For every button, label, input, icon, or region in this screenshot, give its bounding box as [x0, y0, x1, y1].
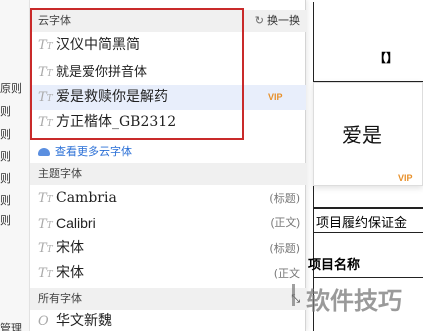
font-option[interactable]: O 华文新魏 — [30, 309, 306, 331]
left-label: 则 — [0, 105, 11, 118]
font-role-tag: (正文) — [270, 217, 300, 229]
left-label: 管理 — [0, 322, 22, 331]
font-role-tag: (标题) — [269, 192, 300, 205]
more-link-label: 查看更多云字体 — [55, 145, 132, 158]
swap-button[interactable]: ↻ 换一换 — [255, 10, 300, 32]
left-label: 则 — [0, 194, 11, 207]
font-name: 方正楷体_GB2312 — [56, 114, 177, 130]
vip-badge: VIP — [268, 92, 283, 102]
vip-badge: VIP — [398, 173, 413, 183]
font-role-tag: (标题) — [269, 242, 300, 255]
font-type-icon: TT — [38, 266, 53, 281]
font-type-icon: TT — [38, 38, 53, 53]
font-option[interactable]: TT Cambria (标题) — [30, 186, 306, 211]
font-name: 华文新魏 — [56, 313, 112, 329]
font-name: 爱是救赎你是解药 — [56, 89, 168, 105]
swap-label: 换一换 — [267, 14, 300, 27]
font-type-icon: TT — [38, 241, 53, 256]
font-type-icon: TT — [38, 115, 53, 130]
all-fonts-header: 所有字体 ⤡ — [30, 288, 306, 310]
font-option[interactable]: TT 方正楷体_GB2312 — [30, 110, 306, 135]
font-name: 宋体 — [56, 240, 84, 256]
left-label: 则 — [0, 150, 11, 163]
left-label: 原则 — [0, 82, 22, 95]
font-name: 就是爱你拼音体 — [56, 65, 148, 80]
font-type-icon: TT — [38, 191, 53, 206]
left-label: 则 — [0, 172, 11, 185]
font-option[interactable]: TT 宋体 (标题) — [30, 236, 306, 261]
more-cloud-fonts-link[interactable]: 查看更多云字体 — [30, 142, 132, 162]
marker-text: 【】 — [374, 51, 399, 65]
watermark-text: 软件技巧 — [306, 287, 402, 315]
font-type-icon: TT — [38, 65, 53, 80]
document-cell-text: 项目名称 — [308, 258, 361, 273]
watermark-logo — [292, 284, 304, 306]
opentype-icon: O — [38, 314, 49, 329]
font-dropdown-menu: 云字体 ↻ 换一换 TT 汉仪中简黑简 TT 就是爱你拼音体 TT 爱是救赎你是解药 V… — [30, 0, 306, 331]
document-cell-text: 项目履约保证金 — [316, 216, 408, 231]
font-name: 汉仪中简黑简 — [56, 37, 140, 53]
font-preview-text: 爱是 — [342, 123, 382, 147]
font-name: Calibri — [56, 215, 96, 231]
font-type-icon: TT — [38, 90, 53, 105]
table-cell — [313, 2, 423, 82]
refresh-icon: ↻ — [254, 14, 264, 27]
font-option[interactable]: TT Calibri (正文) — [30, 211, 306, 236]
font-option[interactable]: TT 爱是救赎你是解药 VIP — [30, 85, 306, 110]
left-label: 则 — [0, 128, 11, 141]
section-title: 所有字体 — [38, 292, 82, 305]
document-left-margin: 原则 则 则 则 则 则 则 管理 — [0, 0, 30, 331]
font-type-icon: TT — [38, 217, 53, 232]
table-cell — [313, 186, 423, 208]
cloud-icon — [38, 148, 50, 156]
font-role-tag: (正文 — [273, 267, 300, 280]
theme-fonts-header: 主题字体 — [30, 163, 306, 185]
left-label: 则 — [0, 214, 11, 227]
font-option[interactable]: TT 宋体 (正文 — [30, 261, 306, 286]
font-option[interactable]: TT 就是爱你拼音体 — [30, 60, 306, 85]
section-title: 云字体 — [38, 14, 71, 27]
section-title: 主题字体 — [38, 167, 82, 180]
font-name: Cambria — [56, 190, 117, 206]
font-name: 宋体 — [56, 265, 84, 281]
font-option[interactable]: TT 汉仪中简黑简 — [30, 33, 306, 58]
cloud-fonts-header: 云字体 ↻ 换一换 — [30, 10, 306, 32]
